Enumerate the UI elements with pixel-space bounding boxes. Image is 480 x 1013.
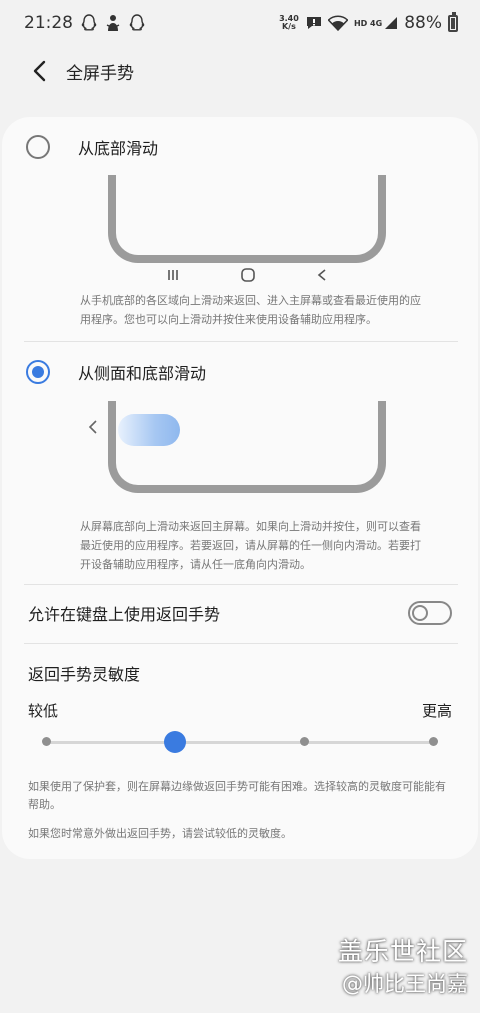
settings-card: 从底部滑动 从手机底部的各区域向上滑动来返回、进入主屏幕或查看最近使用的应用程序… xyxy=(2,117,478,859)
radio-swipe-side-bottom[interactable] xyxy=(26,360,50,384)
battery-percent: 88% xyxy=(404,13,442,33)
sensitivity-low-label: 较低 xyxy=(28,702,59,720)
slider-tick xyxy=(429,737,438,746)
divider xyxy=(24,341,458,342)
signal-icon: HD 4G xyxy=(354,16,398,30)
qq-icon-2 xyxy=(129,14,145,32)
option-label: 从底部滑动 xyxy=(78,139,159,158)
back-nav-icon xyxy=(317,269,326,281)
radio-swipe-bottom[interactable] xyxy=(26,135,50,159)
option-swipe-side-bottom[interactable]: 从侧面和底部滑动 xyxy=(26,360,206,384)
status-time: 21:28 xyxy=(24,13,73,33)
divider xyxy=(24,584,458,585)
keyboard-back-gesture-toggle[interactable] xyxy=(408,601,452,625)
status-bar: 21:28 3.40 K/s HD 4G 88% xyxy=(0,0,480,46)
keyboard-back-gesture-label: 允许在键盘上使用返回手势 xyxy=(28,605,221,624)
sensitivity-note: 如果使用了保护套，则在屏幕边缘做返回手势可能有困难。选择较高的灵敏度可能能有帮助… xyxy=(28,780,446,811)
home-icon xyxy=(241,268,255,282)
toggle-knob xyxy=(412,605,428,621)
notification-app-icon xyxy=(105,14,121,32)
status-left: 21:28 xyxy=(24,13,145,33)
slider-tick xyxy=(300,737,309,746)
keyboard-back-gesture-row[interactable]: 允许在键盘上使用返回手势 xyxy=(28,601,452,625)
network-type: HD 4G xyxy=(353,18,383,28)
sensitivity-slider-track[interactable] xyxy=(46,741,434,744)
sensitivity-title: 返回手势灵敏度 xyxy=(28,665,141,684)
network-speed: 3.40 K/s xyxy=(278,15,300,31)
speed-unit: K/s xyxy=(281,22,296,31)
phone-illustration-bottom xyxy=(108,175,386,263)
message-icon xyxy=(306,15,322,31)
option-label: 从侧面和底部滑动 xyxy=(78,364,207,383)
recents-icon xyxy=(168,270,178,280)
watermark-community: 盖乐世社区 xyxy=(337,937,468,966)
watermark-author: @帅比王尚嘉 xyxy=(342,972,468,996)
back-button[interactable] xyxy=(20,51,60,91)
sensitivity-note: 如果您时常意外做出返回手势，请尝试较低的灵敏度。 xyxy=(28,827,292,840)
side-swipe-gesture-illustration xyxy=(118,414,180,446)
chevron-left-icon xyxy=(33,60,46,82)
option-swipe-bottom[interactable]: 从底部滑动 xyxy=(26,135,158,159)
app-header: 全屏手势 xyxy=(0,46,480,96)
status-right: 3.40 K/s HD 4G 88% xyxy=(278,11,458,33)
sensitivity-slider-thumb[interactable] xyxy=(164,731,186,753)
nav-button-illustration xyxy=(166,267,328,283)
option-description: 从手机底部的各区域向上滑动来返回、进入主屏幕或查看最近使用的应用程序。您也可以向… xyxy=(80,294,421,326)
wifi-icon xyxy=(327,15,348,31)
radio-dot xyxy=(32,366,44,378)
chevron-left-gesture-icon xyxy=(88,419,98,440)
battery-icon xyxy=(448,11,458,32)
divider xyxy=(24,643,458,644)
page-title: 全屏手势 xyxy=(66,63,134,84)
option-description: 从屏幕底部向上滑动来返回主屏幕。如果向上滑动并按住，则可以查看最近使用的应用程序… xyxy=(80,520,421,571)
qq-icon xyxy=(81,14,97,32)
sensitivity-high-label: 更高 xyxy=(421,702,452,720)
slider-tick xyxy=(42,737,51,746)
